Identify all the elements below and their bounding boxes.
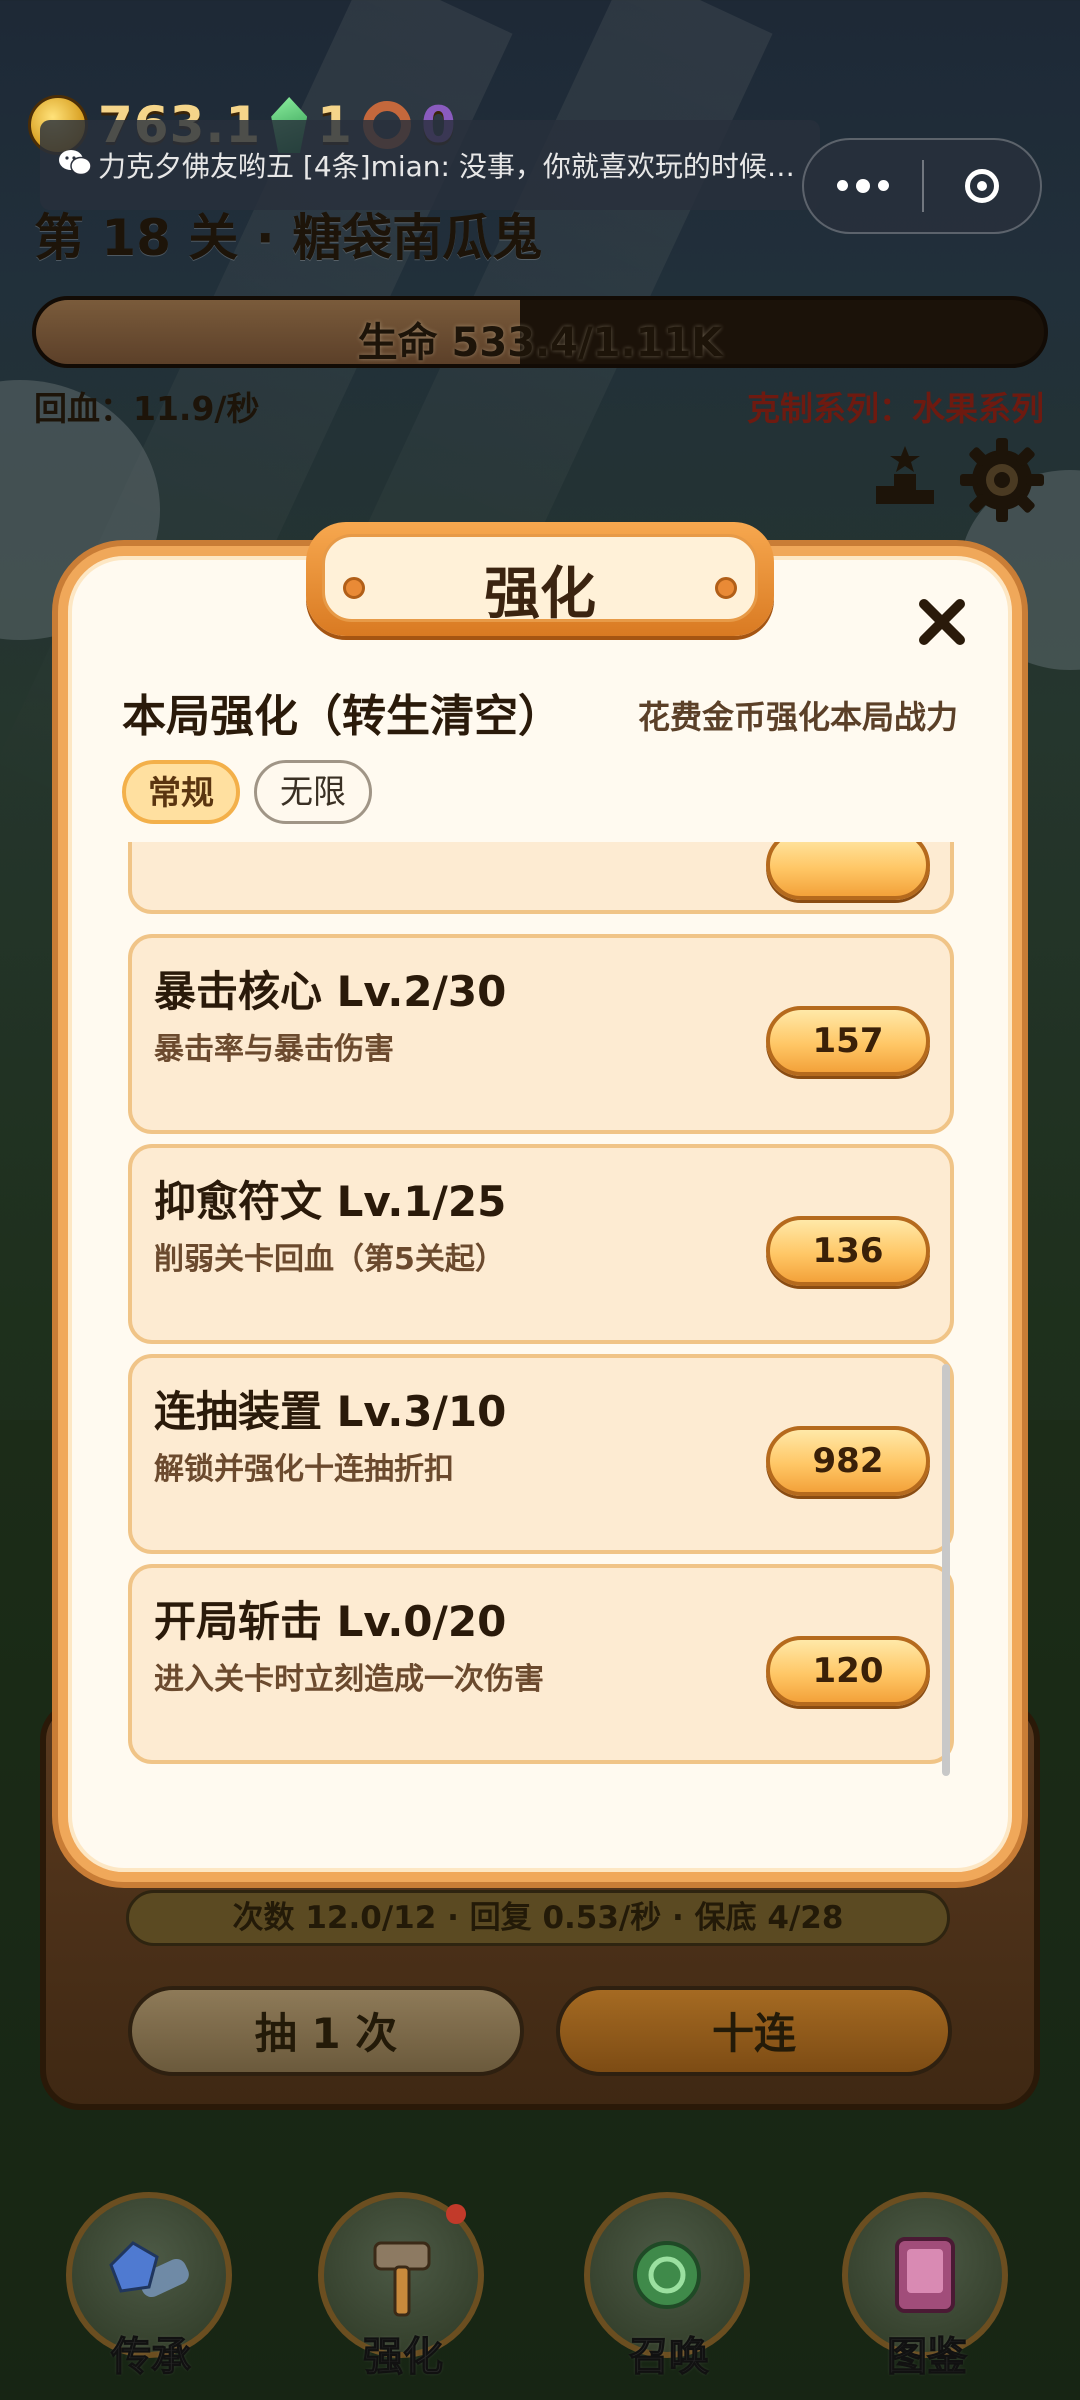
upgrade-card: 开局斩击 Lv.0/20 进入关卡时立刻造成一次伤害 120 [128,1564,954,1764]
upgrade-name: 开局斩击 Lv.0/20 [154,1597,507,1646]
nav-label-summon: 召唤 [629,2334,710,2381]
tab-normal[interactable]: 常规 [122,760,240,824]
close-icon[interactable] [916,596,968,648]
tab-unlimited[interactable]: 无限 [254,760,372,824]
gacha-status: 次数 12.0/12 · 回复 0.53/秒 · 保底 4/28 [126,1890,950,1946]
upgrade-card-partial [128,842,954,914]
upgrade-card: 暴击核心 Lv.2/30 暴击率与暴击伤害 157 [128,934,954,1134]
miniprogram-capsule [802,138,1042,234]
hp-text: 生命 533.4/1.11K [357,320,723,366]
counter-series-text: 克制系列：水果系列 [747,389,1044,428]
stage-title: 第 18 关 · 糖袋南瓜鬼 [34,209,543,267]
nav-label-collection: 图鉴 [887,2334,968,2381]
nav-upgrade[interactable]: 强化 [318,2192,488,2392]
draw-once-button[interactable]: 抽 1 次 [128,1986,524,2076]
scroll-crystal-icon [109,2241,189,2298]
upgrade-desc: 进入关卡时立刻造成一次伤害 [154,1662,544,1697]
regen-text: 回血：11.9/秒 [34,389,260,428]
hammer-icon [373,2241,431,2317]
wechat-notification-text: 力克夕佛友哟五 [4条]mian: 没事，你就喜欢玩的时候… [98,150,795,183]
wechat-icon [59,150,92,176]
close-miniprogram-button[interactable] [924,169,1040,203]
summon-orb-icon [633,2241,701,2309]
nav-collection[interactable]: 图鉴 [842,2192,1012,2392]
nav-upgrade-badge [446,2204,466,2224]
nav-inheritance[interactable]: 传承 [66,2192,236,2392]
section-subtitle: 花费金币强化本局战力 [637,698,958,736]
target-icon [964,169,999,203]
upgrade-desc: 解锁并强化十连抽折扣 [154,1452,454,1487]
upgrade-cost-button[interactable]: 982 [766,1426,930,1496]
book-icon [895,2237,955,2313]
upgrade-card: 抑愈符文 Lv.1/25 削弱关卡回血（第5关起） 136 [128,1144,954,1344]
upgrade-list[interactable]: 暴击核心 Lv.2/30 暴击率与暴击伤害 157 抑愈符文 Lv.1/25 削… [128,842,954,1772]
upgrade-cost-button-partial[interactable] [766,842,930,900]
section-title: 本局强化（转生清空） [122,691,562,742]
modal-title-banner: 强化 [306,522,774,636]
upgrade-desc: 削弱关卡回血（第5关起） [154,1242,505,1277]
upgrade-cost-button[interactable]: 157 [766,1006,930,1076]
upgrade-name: 连抽装置 Lv.3/10 [154,1387,507,1436]
nav-label-upgrade: 强化 [363,2334,444,2381]
settings-gear-icon[interactable] [958,436,1046,524]
draw-ten-button[interactable]: 十连 [556,1986,952,2076]
upgrade-cost-button[interactable]: 136 [766,1216,930,1286]
upgrade-cost-button[interactable]: 120 [766,1636,930,1706]
nav-label-inheritance: 传承 [111,2334,192,2381]
modal-title: 强化 [484,562,596,627]
wechat-notification[interactable]: 力克夕佛友哟五 [4条]mian: 没事，你就喜欢玩的时候… [40,120,820,210]
more-menu-button[interactable] [804,178,922,193]
nav-summon[interactable]: 召唤 [584,2192,754,2392]
list-scrollbar[interactable] [942,1364,950,1776]
upgrade-name: 抑愈符文 Lv.1/25 [154,1177,507,1226]
upgrade-card: 连抽装置 Lv.3/10 解锁并强化十连抽折扣 982 [128,1354,954,1554]
leaderboard-icon[interactable] [872,442,938,508]
upgrade-name: 暴击核心 Lv.2/30 [154,967,507,1016]
boss-hp-bar: 生命 533.4/1.11K [32,296,1048,368]
upgrade-desc: 暴击率与暴击伤害 [154,1032,394,1067]
